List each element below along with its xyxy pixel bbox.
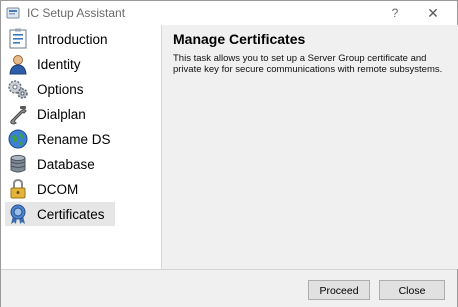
sidebar-item-label: Dialplan <box>37 106 86 122</box>
task-sidebar: Introduction Identity Options Dialplan R… <box>1 25 159 269</box>
sidebar-item-database[interactable]: Database <box>5 152 115 176</box>
certificate-icon <box>5 202 31 226</box>
telephone-icon <box>5 102 31 126</box>
database-icon <box>5 152 31 176</box>
sidebar-item-label: Identity <box>37 56 81 72</box>
sidebar-item-label: Options <box>37 81 84 97</box>
sidebar-item-options[interactable]: Options <box>5 77 115 101</box>
sidebar-item-label: Introduction <box>37 31 108 47</box>
window-title: IC Setup Assistant <box>27 6 126 20</box>
sidebar-item-certificates[interactable]: Certificates <box>5 202 115 226</box>
sidebar-item-dialplan[interactable]: Dialplan <box>5 102 115 126</box>
sidebar-item-introduction[interactable]: Introduction <box>5 27 115 51</box>
button-bar: Proceed Close <box>1 269 457 307</box>
sidebar-item-label: Rename DS <box>37 131 111 147</box>
help-button[interactable]: ? <box>386 4 404 22</box>
task-description: This task allows you to set up a Server … <box>173 53 443 75</box>
task-content-panel: Manage Certificates This task allows you… <box>161 25 458 269</box>
gears-icon <box>5 77 31 101</box>
checklist-icon <box>5 27 31 51</box>
person-icon <box>5 52 31 76</box>
sidebar-item-label: Certificates <box>37 206 105 222</box>
sidebar-item-identity[interactable]: Identity <box>5 52 115 76</box>
sidebar-item-label: Database <box>37 156 95 172</box>
title-bar[interactable]: IC Setup Assistant ? ✕ <box>1 1 457 25</box>
globe-icon <box>5 127 31 151</box>
close-window-button[interactable]: ✕ <box>421 3 445 23</box>
proceed-button[interactable]: Proceed <box>308 280 370 300</box>
padlock-icon <box>5 177 31 201</box>
sidebar-item-rename-ds[interactable]: Rename DS <box>5 127 115 151</box>
page-title: Manage Certificates <box>173 31 306 47</box>
app-icon <box>6 7 20 19</box>
sidebar-item-label: DCOM <box>37 181 79 197</box>
close-button[interactable]: Close <box>379 280 445 300</box>
sidebar-item-dcom[interactable]: DCOM <box>5 177 115 201</box>
setup-assistant-window: IC Setup Assistant ? ✕ Introduction Iden… <box>0 0 458 307</box>
